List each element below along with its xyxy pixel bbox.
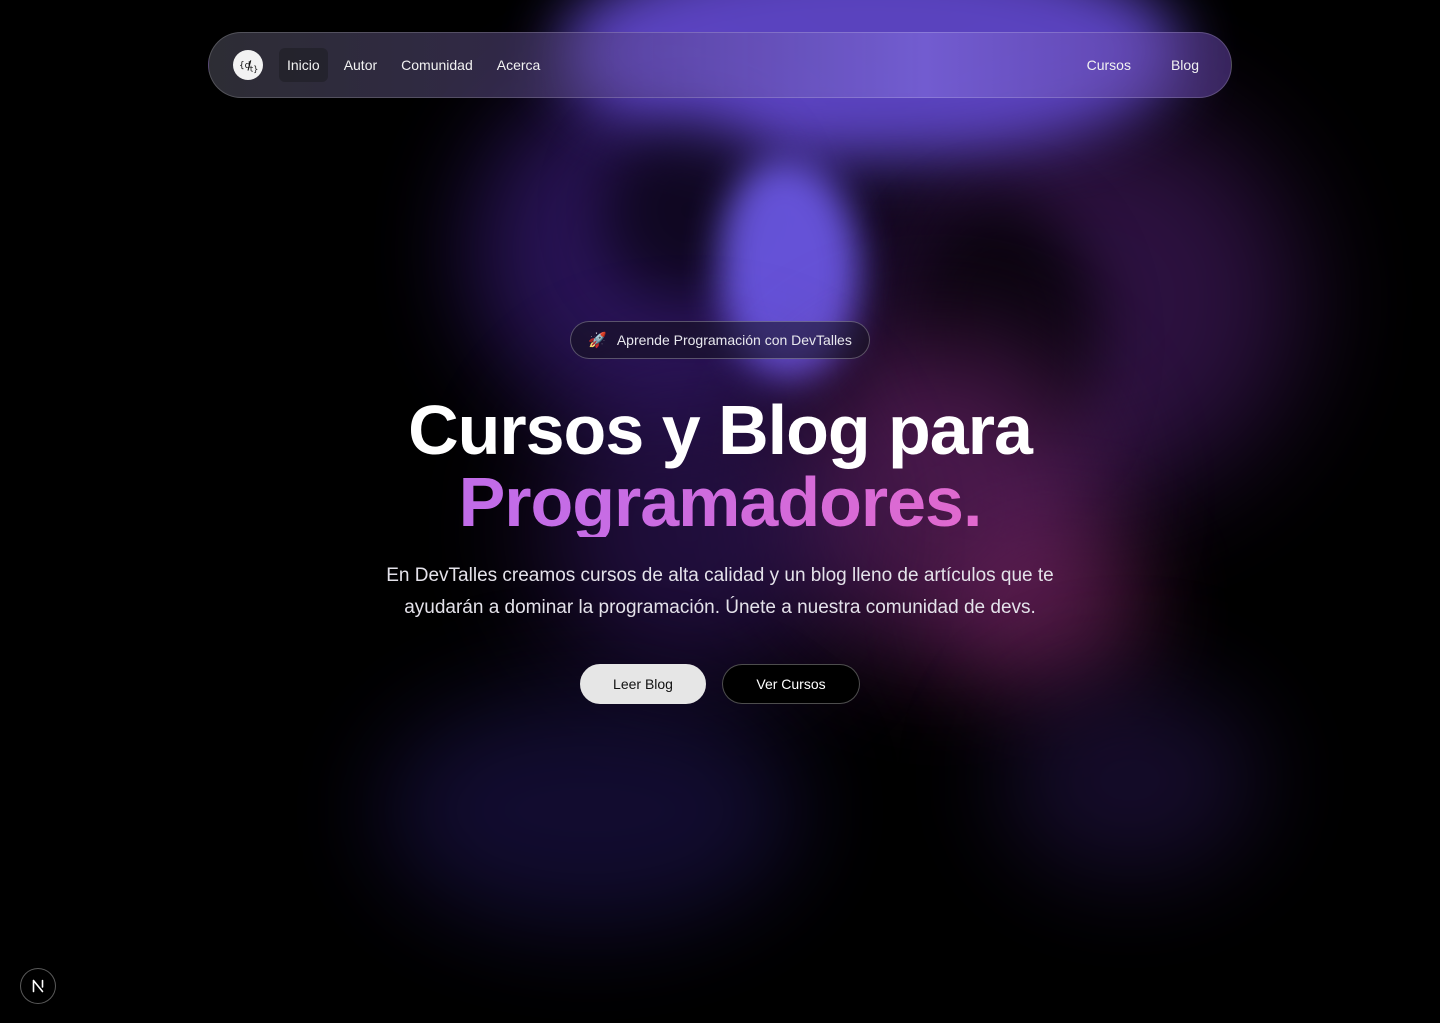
hero-subtitle: En DevTalles creamos cursos de alta cali… (386, 565, 1054, 618)
nav-link-cursos[interactable]: Cursos (1079, 48, 1139, 82)
devtalles-logo-icon[interactable]: {d t} (233, 50, 263, 80)
nav-right-links: Cursos Blog (1055, 48, 1207, 82)
hero-title-line2: Programadores. (0, 467, 1440, 537)
nav-left-links: Inicio Autor Comunidad Acerca (279, 48, 556, 82)
svg-text:t}: t} (250, 63, 258, 73)
hero-title-line1: Cursos y Blog para (408, 391, 1033, 469)
nextjs-icon[interactable] (20, 968, 56, 1004)
badge-text: Aprende Programación con DevTalles (616, 332, 852, 348)
nav-link-autor[interactable]: Autor (336, 48, 385, 82)
page: {d t} Inicio Autor Comunidad Acerca Curs… (0, 0, 1440, 1023)
rocket-icon: 🚀 (588, 331, 607, 349)
navbar: {d t} Inicio Autor Comunidad Acerca Curs… (208, 32, 1232, 98)
read-blog-button[interactable]: Leer Blog (580, 664, 706, 704)
announcement-badge[interactable]: 🚀 Aprende Programación con DevTalles (570, 321, 870, 359)
nav-link-inicio[interactable]: Inicio (279, 48, 328, 82)
view-courses-button[interactable]: Ver Cursos (722, 664, 860, 704)
nav-link-blog[interactable]: Blog (1163, 48, 1207, 82)
nav-link-acerca[interactable]: Acerca (489, 48, 549, 82)
nav-link-comunidad[interactable]: Comunidad (393, 48, 481, 82)
